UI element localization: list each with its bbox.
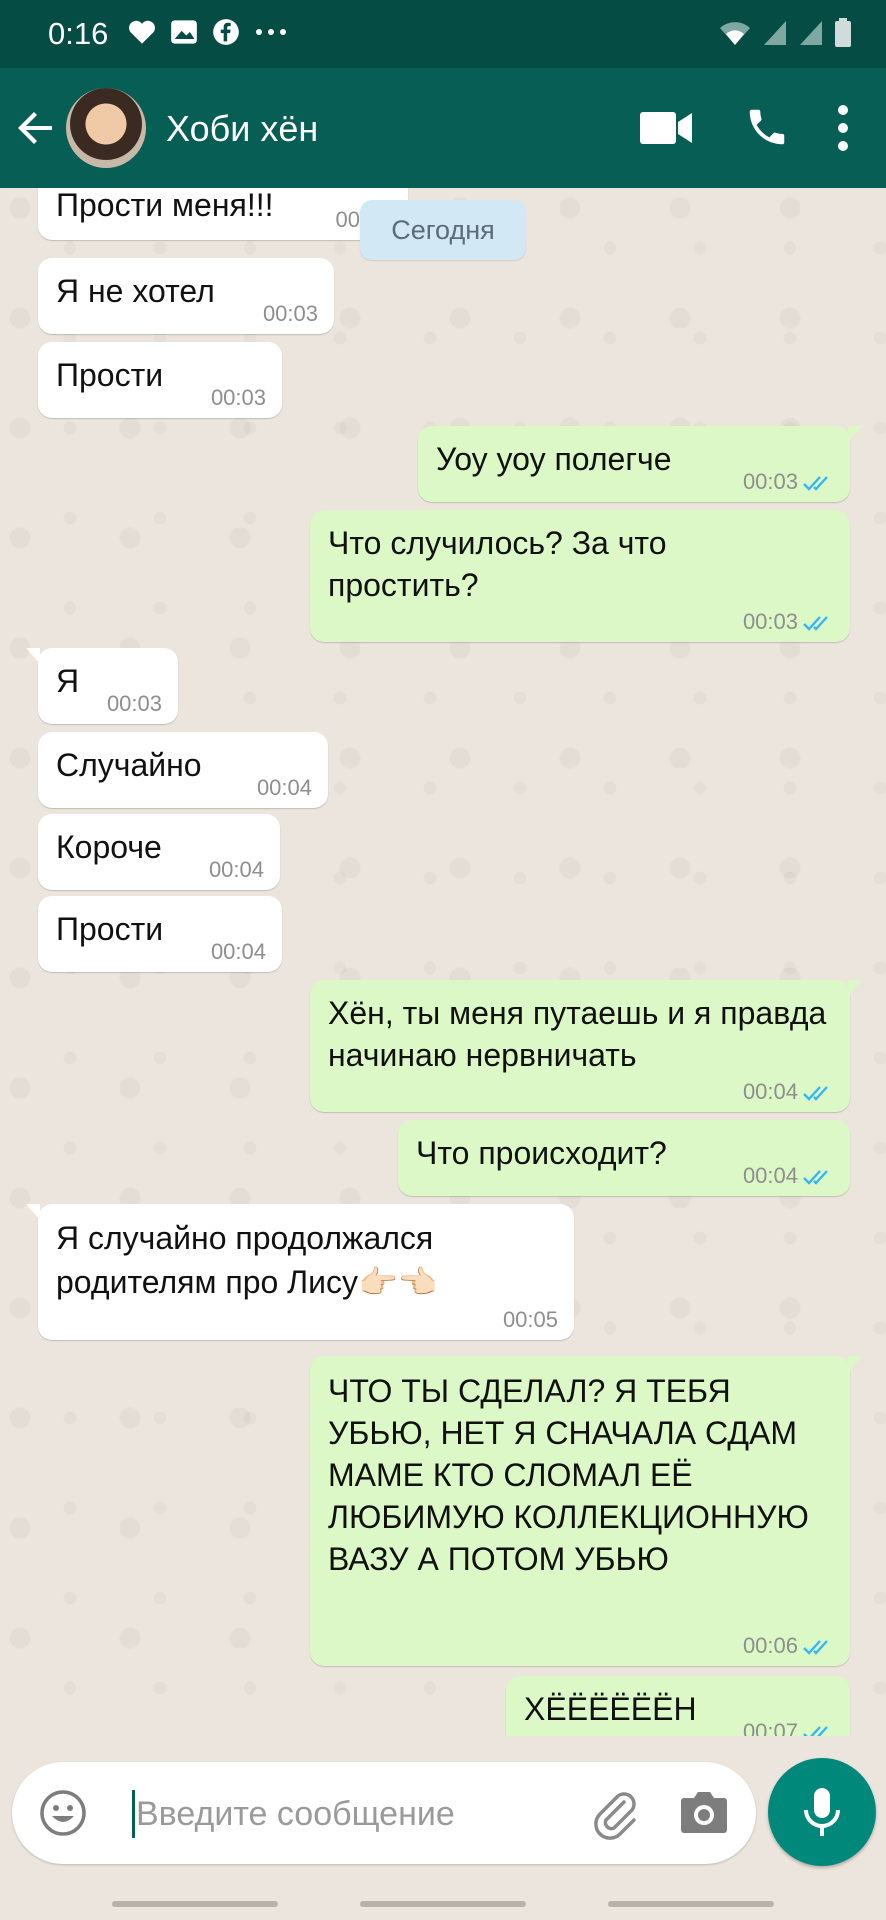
phone-icon[interactable]	[744, 104, 790, 150]
read-ticks-icon	[803, 616, 828, 631]
text-cursor	[132, 1790, 135, 1838]
read-ticks-icon	[803, 1726, 828, 1736]
message-time: 00	[335, 207, 360, 232]
message-input[interactable]: Введите сообщение	[136, 1790, 455, 1838]
message-text: Хён, ты меня путаешь и я правда начинаю …	[328, 995, 827, 1073]
message-time-value: 00:04	[742, 1163, 798, 1188]
message-time: 00:03	[743, 610, 836, 634]
message-bubble-outgoing[interactable]: Уоу уоу полегче 00:03	[418, 426, 862, 502]
message-time-value: 00:03	[742, 609, 798, 634]
message-text: Я	[56, 663, 80, 699]
message-text: Я случайно продолжался родителям про Лис…	[56, 1220, 438, 1300]
message-bubble-outgoing[interactable]: Что происходит? 00:04	[398, 1120, 850, 1196]
message-bubble-outgoing[interactable]: ЧТО ТЫ СДЕЛАЛ? Я ТЕБЯ УБЬЮ, НЕТ Я СНАЧАЛ…	[310, 1356, 862, 1666]
nav-recent-button[interactable]	[112, 1901, 278, 1907]
message-bubble-incoming[interactable]: Прости меня!!! 00	[38, 188, 408, 240]
message-text: Я не хотел	[56, 273, 215, 309]
read-ticks-icon	[803, 1640, 828, 1655]
read-ticks-icon	[803, 476, 828, 491]
camera-icon[interactable]	[680, 1790, 728, 1834]
message-bubble-incoming[interactable]: Прости 00:03	[38, 342, 282, 418]
nav-back-button[interactable]	[608, 1901, 774, 1907]
signal-icon	[800, 21, 822, 45]
message-bubble-incoming[interactable]: Я 00:03	[26, 648, 178, 724]
message-text: Случайно	[56, 747, 202, 783]
message-time: 00:05	[502, 1307, 558, 1332]
message-text: Прости	[56, 357, 164, 393]
back-arrow-icon[interactable]	[12, 104, 60, 152]
read-ticks-icon	[803, 1170, 828, 1185]
message-time: 00:03	[106, 691, 162, 716]
wifi-icon	[720, 22, 750, 45]
status-right-icons	[718, 18, 852, 48]
message-bubble-incoming[interactable]: Короче 00:04	[38, 814, 280, 890]
message-time: 00:04	[208, 857, 264, 882]
system-nav-bar	[0, 1884, 886, 1920]
message-text: Что случилось? За что простить?	[328, 525, 667, 603]
message-time: 00:04	[743, 1164, 836, 1188]
heart-icon	[129, 20, 155, 44]
message-bubble-incoming[interactable]: Я не хотел 00:03	[38, 258, 334, 334]
status-left-icons	[128, 18, 288, 46]
video-call-icon[interactable]	[640, 110, 692, 146]
message-bubble-incoming[interactable]: Я случайно продолжался родителям про Лис…	[26, 1204, 574, 1340]
attach-icon[interactable]	[590, 1788, 642, 1840]
message-time-value: 00:07	[742, 1719, 798, 1737]
message-list[interactable]: Прости меня!!! 00 Сегодня Я не хотел 00:…	[0, 188, 886, 1736]
message-time-value: 00:06	[742, 1633, 798, 1658]
status-time: 0:16	[48, 16, 109, 51]
emoji-icon[interactable]	[38, 1788, 88, 1838]
message-bubble-incoming[interactable]: Случайно 00:04	[38, 732, 328, 808]
message-time: 00:03	[743, 470, 836, 494]
message-time-value: 00:03	[742, 469, 798, 494]
date-chip: Сегодня	[360, 200, 526, 260]
chat-header: Хоби хён	[0, 68, 886, 188]
message-time-value: 00:04	[742, 1079, 798, 1104]
message-text: Уоу уоу полегче	[436, 441, 672, 477]
message-time: 00:04	[743, 1080, 836, 1104]
battery-icon	[835, 18, 851, 47]
mic-icon	[804, 1788, 840, 1836]
message-time: 00:03	[210, 385, 266, 410]
message-time: 00:06	[743, 1634, 836, 1658]
message-bubble-outgoing[interactable]: ХЁЁЁЁЁЁН 00:07	[506, 1676, 850, 1736]
message-time: 00:04	[210, 939, 266, 964]
more-vert-icon[interactable]	[828, 102, 858, 154]
contact-name[interactable]: Хоби хён	[166, 108, 318, 150]
message-text: ЧТО ТЫ СДЕЛАЛ? Я ТЕБЯ УБЬЮ, НЕТ Я СНАЧАЛ…	[328, 1373, 809, 1577]
facebook-icon	[213, 19, 239, 45]
status-bar: 0:16	[0, 0, 886, 68]
read-ticks-icon	[803, 1086, 828, 1101]
message-time: 00:07	[743, 1720, 836, 1736]
message-text: Короче	[56, 829, 162, 865]
message-text: Прости меня!!!	[56, 188, 274, 223]
message-text: Прости	[56, 911, 164, 947]
avatar[interactable]	[66, 88, 146, 168]
message-text: Что происходит?	[416, 1135, 667, 1171]
more-dots-icon	[256, 29, 286, 35]
message-time: 00:03	[262, 301, 318, 326]
message-bubble-outgoing[interactable]: Хён, ты меня путаешь и я правда начинаю …	[310, 980, 862, 1112]
message-composer[interactable]: Введите сообщение	[12, 1762, 756, 1864]
voice-record-button[interactable]	[768, 1758, 876, 1866]
nav-home-button[interactable]	[360, 1901, 526, 1907]
message-bubble-incoming[interactable]: Прости 00:04	[38, 896, 282, 972]
message-time: 00:04	[256, 775, 312, 800]
gallery-icon	[171, 20, 197, 44]
message-bubble-outgoing[interactable]: Что случилось? За что простить? 00:03	[310, 510, 850, 642]
signal-icon	[764, 21, 786, 45]
message-text: ХЁЁЁЁЁЁН	[524, 1691, 697, 1727]
